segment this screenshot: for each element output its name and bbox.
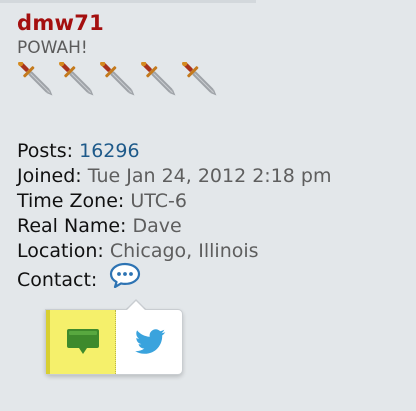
posts-count-link[interactable]: 16296 bbox=[79, 140, 139, 162]
timezone-label: Time Zone: bbox=[17, 190, 125, 212]
username-link[interactable]: dmw71 bbox=[17, 11, 104, 35]
joined-label: Joined: bbox=[17, 165, 82, 187]
rank-title: POWAH! bbox=[17, 38, 88, 58]
posts-row: Posts: 16296 bbox=[17, 139, 332, 164]
realname-row: Real Name: Dave bbox=[17, 214, 332, 239]
realname-value: Dave bbox=[132, 215, 182, 237]
timezone-value: UTC-6 bbox=[130, 190, 187, 212]
private-message-option[interactable] bbox=[46, 310, 116, 374]
realname-label: Real Name: bbox=[17, 215, 127, 237]
popup-arrow-inner bbox=[127, 301, 145, 310]
dagger-icon bbox=[18, 62, 53, 96]
profile-details: Posts: 16296 Joined: Tue Jan 24, 2012 2:… bbox=[17, 139, 332, 291]
twitter-bird-icon bbox=[135, 329, 166, 354]
location-row: Location: Chicago, Illinois bbox=[17, 239, 332, 264]
contact-chat-icon[interactable] bbox=[109, 262, 141, 295]
contact-popup bbox=[45, 309, 183, 375]
dagger-icon bbox=[59, 62, 94, 96]
joined-row: Joined: Tue Jan 24, 2012 2:18 pm bbox=[17, 164, 332, 189]
message-bubble-icon bbox=[66, 329, 99, 354]
timezone-row: Time Zone: UTC-6 bbox=[17, 189, 332, 214]
twitter-option[interactable] bbox=[118, 310, 182, 374]
dagger-icon bbox=[182, 62, 217, 96]
location-label: Location: bbox=[17, 240, 104, 262]
rank-images bbox=[17, 62, 220, 106]
contact-label: Contact: bbox=[17, 269, 98, 291]
location-value: Chicago, Illinois bbox=[109, 240, 259, 262]
top-divider bbox=[0, 0, 256, 3]
contact-row: Contact: bbox=[17, 262, 332, 291]
dagger-icon bbox=[141, 62, 176, 96]
dagger-icon bbox=[100, 62, 135, 96]
posts-label: Posts: bbox=[17, 140, 74, 162]
joined-value: Tue Jan 24, 2012 2:18 pm bbox=[87, 165, 332, 187]
